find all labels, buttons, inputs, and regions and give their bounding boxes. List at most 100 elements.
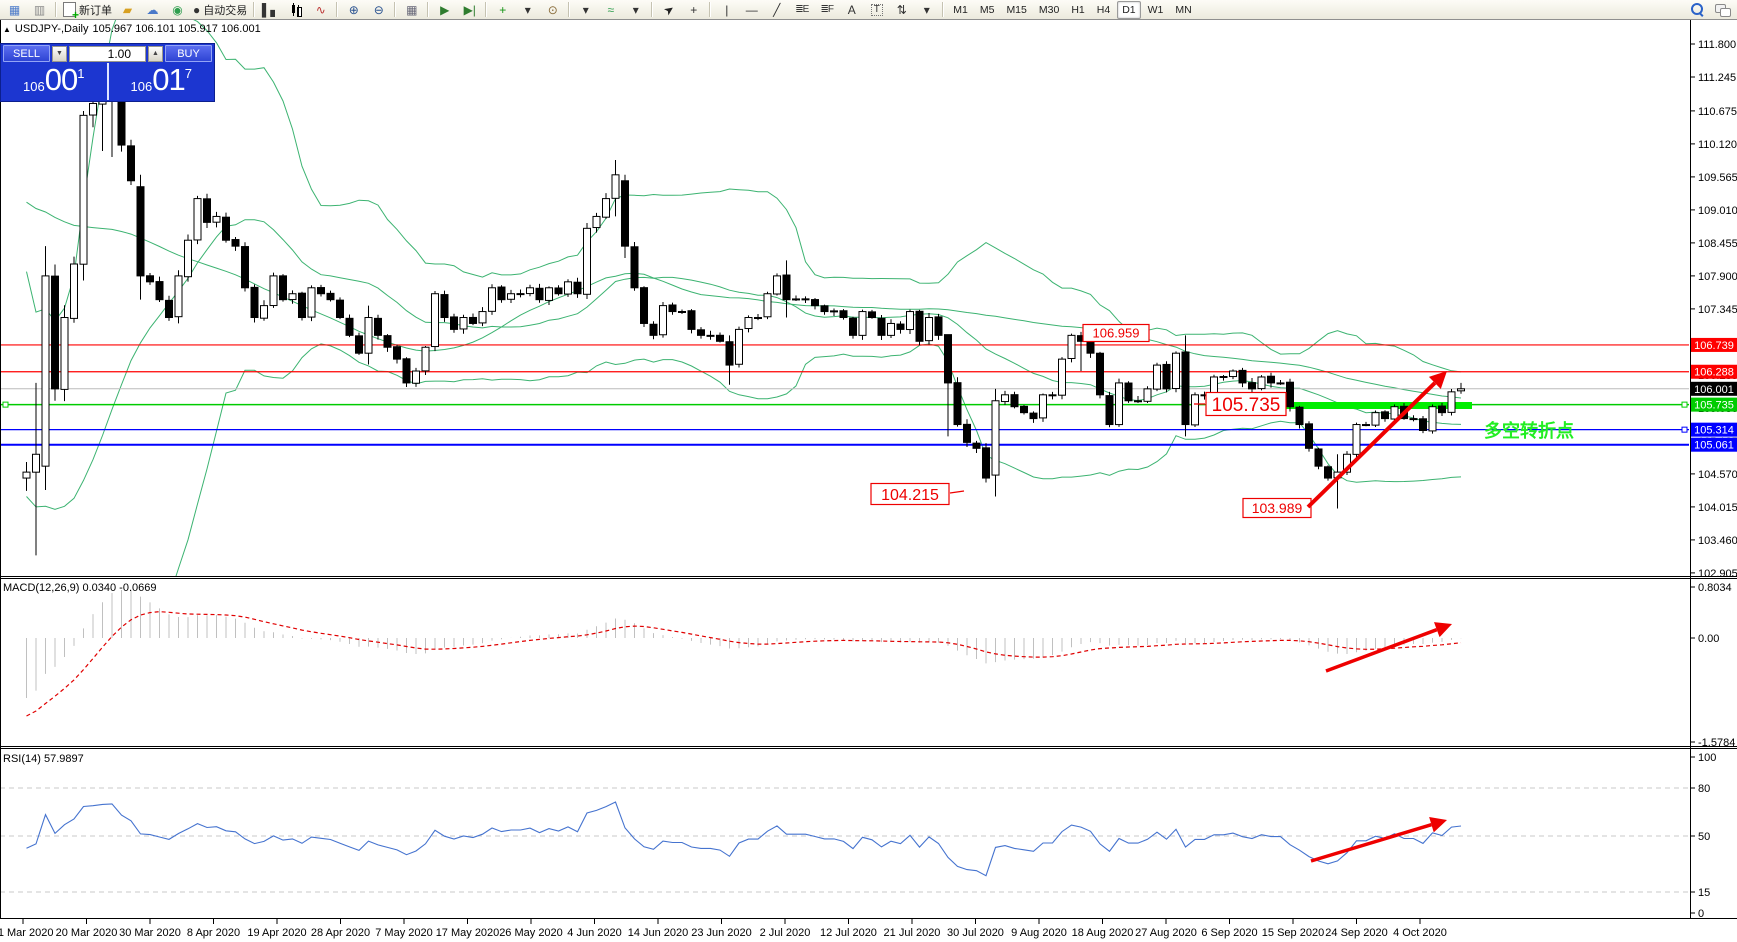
candle-body (1192, 395, 1199, 425)
x-tick-label: 18 Aug 2020 (1072, 927, 1134, 939)
candle-body (346, 318, 353, 335)
candle-body (850, 318, 857, 335)
candle-body (441, 295, 448, 318)
x-tick-label: 8 Apr 2020 (187, 927, 240, 939)
chart-area[interactable]: 106.959 105.735 104.215 103.989 多空转折点 111.800… (0, 0, 1737, 942)
candle-body (432, 294, 439, 347)
macd-tick-label: 0.00 (1698, 633, 1719, 645)
x-tick-label: 4 Jun 2020 (567, 927, 621, 939)
candle-body (1315, 449, 1322, 466)
candle-body (1249, 383, 1256, 389)
candle-body (641, 288, 648, 324)
candle-body (1144, 389, 1151, 401)
sell-price-prefix: 106 (23, 79, 45, 94)
x-tick-label: 19 Apr 2020 (247, 927, 306, 939)
sell-price[interactable]: 106 00 1 (1, 63, 109, 100)
candle-body (1439, 406, 1446, 413)
candle-body (536, 288, 543, 299)
candle-body (498, 287, 505, 300)
candle-body (622, 181, 629, 246)
candle-body (783, 275, 790, 300)
trend-arrow-rsi[interactable] (1311, 825, 1431, 861)
candle-body (1268, 376, 1275, 383)
candle-body (897, 324, 904, 329)
candle-body (821, 306, 828, 312)
candle-body (1125, 383, 1132, 401)
sell-button[interactable]: SELL (3, 45, 50, 62)
rsi-label: RSI(14) 57.9897 (3, 753, 84, 765)
candle-body (584, 228, 591, 294)
main-pane (0, 0, 1690, 792)
candle-body (61, 318, 68, 390)
line-handle[interactable] (3, 402, 8, 407)
y-tick-label: 104.570 (1698, 469, 1737, 481)
candle-body (1448, 392, 1455, 413)
candle-body (194, 199, 201, 240)
buy-price[interactable]: 106 01 7 (109, 63, 215, 100)
x-tick-label: 27 Aug 2020 (1135, 927, 1197, 939)
candle-body (717, 335, 724, 341)
candle-body (1296, 407, 1303, 424)
price-badge-text: 105.314 (1694, 425, 1734, 437)
candle-body (1353, 425, 1360, 455)
candle-body (603, 199, 610, 218)
x-tick-label: 7 May 2020 (375, 927, 432, 939)
x-tick-label: 4 Oct 2020 (1393, 927, 1447, 939)
price-badge-text: 106.739 (1694, 340, 1734, 352)
x-tick-label: 28 Apr 2020 (311, 927, 370, 939)
candle-body (213, 216, 220, 222)
candle-body (916, 311, 923, 341)
x-tick-label: 20 Mar 2020 (56, 927, 118, 939)
rsi-tick-label: 80 (1698, 783, 1710, 795)
candle-body (688, 311, 695, 330)
candle-body (1277, 383, 1284, 384)
pivot-note-text[interactable]: 多空转折点 (1484, 420, 1574, 441)
macd-tick-label: 0.8034 (1698, 582, 1732, 594)
collapse-triangle-icon[interactable]: ▲ (3, 25, 11, 34)
price-badge-text: 106.288 (1694, 367, 1734, 379)
x-tick-label: 30 Mar 2020 (119, 927, 181, 939)
line-handle[interactable] (1682, 402, 1687, 407)
candle-body (745, 318, 752, 329)
lot-size-input[interactable]: 1.00 (69, 46, 146, 62)
price-annotation-text[interactable]: 104.215 (881, 487, 939, 504)
x-tick-label: 15 Sep 2020 (1262, 927, 1324, 939)
candle-body (888, 323, 895, 335)
candle-body (1106, 396, 1113, 425)
candle-body (299, 293, 306, 317)
candle-body (204, 199, 211, 223)
candle-body (1429, 407, 1436, 431)
trend-arrow-macd[interactable] (1326, 630, 1437, 671)
candle-body (289, 294, 296, 300)
macd-tick-label: -1.5784 (1698, 737, 1735, 749)
candle-body (802, 299, 809, 300)
candle-body (774, 276, 781, 294)
candle-body (546, 288, 553, 301)
y-tick-label: 109.565 (1698, 172, 1737, 184)
macd-pane (27, 590, 1462, 716)
buy-button[interactable]: BUY (165, 45, 212, 62)
candle-body (175, 276, 182, 317)
price-annotation-text[interactable]: 106.959 (1093, 326, 1140, 341)
candle-body (1325, 467, 1332, 478)
trend-arrow-rsi-head[interactable] (1429, 817, 1447, 832)
x-tick-label: 2 Jul 2020 (760, 927, 811, 939)
y-tick-label: 111.800 (1698, 39, 1736, 51)
price-annotation-text[interactable]: 103.989 (1252, 500, 1303, 516)
x-tick-label: 12 Jul 2020 (820, 927, 877, 939)
y-tick-label: 110.675 (1698, 106, 1737, 118)
y-tick-label: 109.010 (1698, 205, 1737, 217)
lot-increase-button[interactable]: ▲ (148, 46, 163, 62)
candle-body (1135, 401, 1142, 402)
candle-body (479, 312, 486, 323)
y-tick-label: 107.900 (1698, 271, 1737, 283)
price-badge-text: 105.061 (1694, 440, 1734, 452)
candle-body (460, 318, 467, 329)
lot-decrease-button[interactable]: ▼ (52, 46, 67, 62)
candle-body (422, 347, 429, 371)
price-annotation-text[interactable]: 105.735 (1212, 395, 1281, 416)
candle-body (185, 240, 192, 276)
candle-body (156, 282, 163, 300)
candle-body (527, 288, 534, 294)
line-handle[interactable] (1682, 427, 1687, 432)
